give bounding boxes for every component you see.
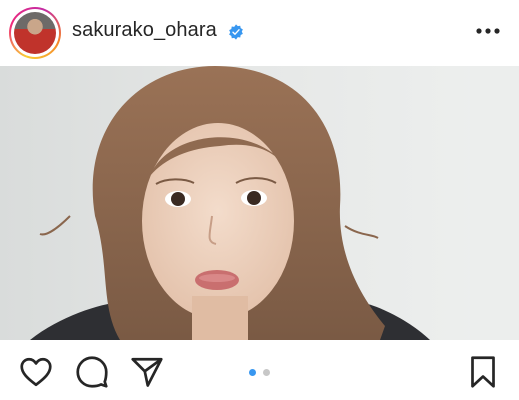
story-ring[interactable]	[9, 7, 61, 59]
carousel-dot-active[interactable]	[249, 369, 256, 376]
action-bar	[0, 340, 519, 400]
bookmark-icon[interactable]	[465, 354, 501, 390]
carousel-dot[interactable]	[263, 369, 270, 376]
more-options-icon[interactable]	[476, 27, 500, 35]
post-photo[interactable]	[0, 66, 519, 340]
avatar[interactable]	[14, 12, 56, 54]
comment-bubble-icon[interactable]	[74, 354, 110, 390]
verified-badge-icon	[229, 24, 243, 40]
post-header: sakurako_ohara	[0, 0, 519, 66]
avatar-ring-gap	[11, 9, 59, 57]
paper-plane-icon[interactable]	[129, 354, 165, 390]
selfie-image	[0, 66, 519, 340]
username-link[interactable]: sakurako_ohara	[72, 19, 217, 42]
heart-icon[interactable]	[18, 354, 54, 390]
